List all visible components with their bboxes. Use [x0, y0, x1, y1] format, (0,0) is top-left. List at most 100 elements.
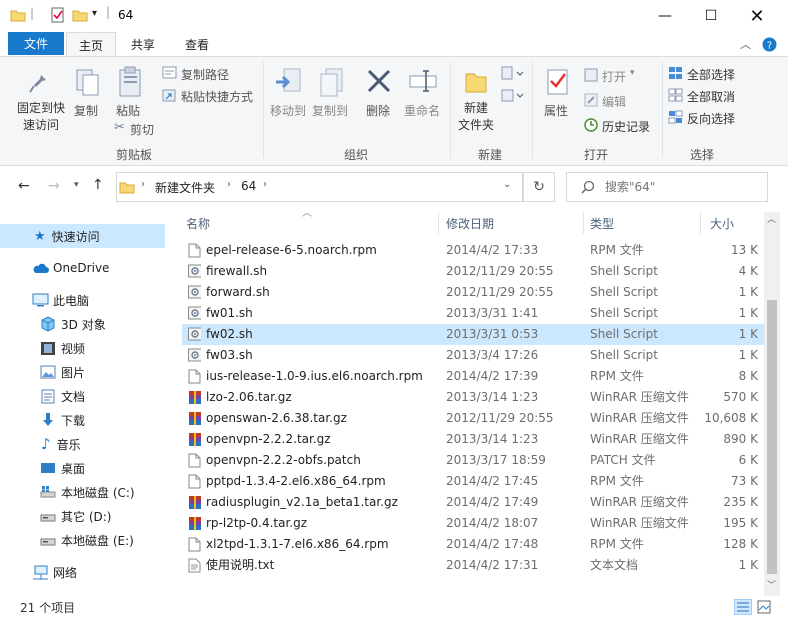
vertical-scrollbar[interactable]: ︿ ﹀ — [764, 212, 780, 596]
file-type: RPM 文件 — [590, 243, 644, 257]
address-dropdown-icon[interactable]: ⌄ — [503, 179, 511, 190]
nav-desktop[interactable]: 桌面 — [0, 456, 165, 480]
refresh-icon: ↻ — [533, 179, 545, 195]
ribbon-separator — [532, 62, 533, 158]
tab-share[interactable]: 共享 — [118, 32, 168, 56]
copy-to-button[interactable]: 复制到 — [310, 64, 350, 124]
nav-this-pc[interactable]: 此电脑 — [0, 288, 165, 312]
tab-view[interactable]: 查看 — [172, 32, 222, 56]
pin-quick-access-button[interactable]: 固定到快 速访问 — [14, 64, 66, 134]
file-row[interactable]: xl2tpd-1.3.1-7.el6.x86_64.rpm 2014/4/2 17… — [182, 534, 764, 555]
scrollbar-thumb[interactable] — [767, 300, 777, 574]
easy-access-button[interactable] — [500, 88, 526, 106]
file-row[interactable]: rp-l2tp-0.4.tar.gz 2014/4/2 18:07 WinRAR 压… — [182, 513, 764, 534]
breadcrumb-new-folder[interactable]: 新建文件夹 — [155, 179, 215, 196]
nav-network[interactable]: 网络 — [0, 560, 165, 584]
refresh-button[interactable]: ↻ — [523, 172, 555, 202]
collapse-ribbon-icon[interactable]: ︿ — [740, 36, 751, 52]
nav-drive-d[interactable]: 其它 (D:) — [0, 504, 165, 528]
nav-downloads[interactable]: 下载 — [0, 408, 165, 432]
column-divider[interactable] — [700, 212, 701, 234]
file-size: 1 K — [738, 327, 758, 341]
forward-arrow-icon[interactable]: → — [48, 178, 60, 194]
properties-button[interactable]: 属性 — [538, 64, 578, 138]
properties-icon — [547, 69, 568, 95]
nav-label: 3D 对象 — [61, 317, 106, 332]
file-row[interactable]: lzo-2.06.tar.gz 2013/3/14 1:23 WinRAR 压缩文件… — [182, 387, 764, 408]
select-all-button[interactable]: 全部选择 — [668, 64, 748, 82]
cut-button[interactable]: ✂ 剪切 — [112, 120, 162, 138]
file-row[interactable]: radiusplugin_v2.1a_beta1.tar.gz 2014/4/2 … — [182, 492, 764, 513]
move-to-button[interactable]: 移动到 — [268, 64, 308, 124]
scroll-up-icon[interactable]: ︿ — [767, 212, 776, 225]
open-button[interactable]: 打开 ▾ — [584, 66, 654, 84]
column-header-name[interactable]: 名称 — [182, 212, 442, 234]
recent-locations-icon[interactable]: ▾ — [74, 180, 79, 190]
history-button[interactable]: 历史记录 — [584, 116, 658, 134]
file-row[interactable]: pptpd-1.3.4-2.el6.x86_64.rpm 2014/4/2 17:… — [182, 471, 764, 492]
new-folder-qa-icon[interactable] — [72, 7, 88, 23]
close-button[interactable]: ✕ — [734, 0, 780, 32]
file-row[interactable]: 使用说明.txt 2014/4/2 17:31 文本文档 1 K — [182, 555, 764, 576]
file-row[interactable]: forward.sh 2012/11/29 20:55 Shell Script 1 … — [182, 282, 764, 303]
up-arrow-icon[interactable]: ↑ — [92, 177, 104, 193]
column-divider[interactable] — [438, 212, 439, 234]
nav-drive-e[interactable]: 本地磁盘 (E:) — [0, 528, 165, 552]
help-icon[interactable]: ? — [762, 37, 777, 52]
file-row[interactable]: fw03.sh 2013/3/4 17:26 Shell Script 1 K — [182, 345, 764, 366]
minimize-button[interactable]: — — [642, 0, 688, 32]
paste-button[interactable]: 粘贴 — [112, 64, 148, 124]
details-view-icon[interactable] — [734, 599, 752, 615]
invert-selection-button[interactable]: 反向选择 — [668, 108, 748, 126]
address-bar[interactable]: › 新建文件夹 › 64 › ⌄ — [116, 172, 523, 202]
new-folder-button[interactable]: 新建 文件夹 — [456, 64, 496, 138]
file-row[interactable]: openvpn-2.2.2.tar.gz 2013/3/14 1:23 WinRAR… — [182, 429, 764, 450]
column-header-size[interactable]: 大小 — [702, 212, 770, 234]
file-row[interactable]: firewall.sh 2012/11/29 20:55 Shell Script 4… — [182, 261, 764, 282]
back-arrow-icon[interactable]: ← — [18, 178, 30, 194]
copy-button[interactable]: 复制 — [70, 64, 106, 124]
copy-path-button[interactable]: 复制路径 — [162, 64, 258, 82]
file-row[interactable]: fw01.sh 2013/3/31 1:41 Shell Script 1 K — [182, 303, 764, 324]
nav-label: 图片 — [61, 365, 86, 380]
chevron-right-icon: › — [227, 179, 231, 190]
chevron-right-icon: › — [141, 179, 145, 190]
nav-3d-objects[interactable]: 3D 对象 — [0, 312, 165, 336]
file-row[interactable]: epel-release-6-5.noarch.rpm 2014/4/2 17:3… — [182, 240, 764, 261]
search-box[interactable] — [566, 172, 768, 202]
cube-icon — [41, 316, 55, 332]
properties-qa-icon[interactable] — [50, 7, 66, 23]
delete-button[interactable]: 删除 — [362, 64, 396, 124]
file-size: 128 K — [723, 537, 758, 551]
large-icons-view-icon[interactable] — [756, 599, 772, 615]
nav-quick-access[interactable]: ★ 快速访问 — [0, 224, 165, 248]
maximize-button[interactable]: ☐ — [688, 0, 734, 32]
nav-onedrive[interactable]: OneDrive — [0, 256, 165, 280]
edit-button[interactable]: 编辑 — [584, 91, 644, 109]
file-date: 2013/3/17 18:59 — [446, 453, 546, 467]
tab-home[interactable]: 主页 — [66, 32, 116, 57]
nav-documents[interactable]: 文档 — [0, 384, 165, 408]
nav-pictures[interactable]: 图片 — [0, 360, 165, 384]
nav-videos[interactable]: 视频 — [0, 336, 165, 360]
file-row[interactable]: openswan-2.6.38.tar.gz 2012/11/29 20:55 Wi… — [182, 408, 764, 429]
scroll-down-icon[interactable]: ﹀ — [767, 578, 776, 591]
breadcrumb-current[interactable]: 64 — [241, 179, 256, 193]
customize-qa-icon[interactable]: ▾ — [92, 8, 97, 19]
column-header-date[interactable]: 修改日期 — [440, 212, 586, 234]
new-folder-icon — [465, 73, 487, 93]
rename-button[interactable]: 重命名 — [402, 64, 444, 124]
file-row[interactable]: fw02.sh 2013/3/31 0:53 Shell Script 1 K — [182, 324, 764, 345]
search-input[interactable] — [603, 176, 757, 198]
file-date: 2014/4/2 17:31 — [446, 558, 539, 572]
nav-drive-c[interactable]: 本地磁盘 (C:) — [0, 480, 165, 504]
file-row[interactable]: openvpn-2.2.2-obfs.patch 2013/3/17 18:59 P… — [182, 450, 764, 471]
column-header-type[interactable]: 类型 — [584, 212, 704, 234]
new-item-button[interactable] — [500, 66, 526, 84]
paste-shortcut-button[interactable]: 粘贴快捷方式 — [162, 86, 262, 104]
select-none-button[interactable]: 全部取消 — [668, 86, 748, 104]
file-row[interactable]: ius-release-1.0-9.ius.el6.noarch.rpm 2014… — [182, 366, 764, 387]
tab-file[interactable]: 文件 — [8, 32, 64, 55]
nav-music[interactable]: ♪ 音乐 — [0, 432, 165, 456]
nav-label: 本地磁盘 (E:) — [61, 533, 134, 548]
